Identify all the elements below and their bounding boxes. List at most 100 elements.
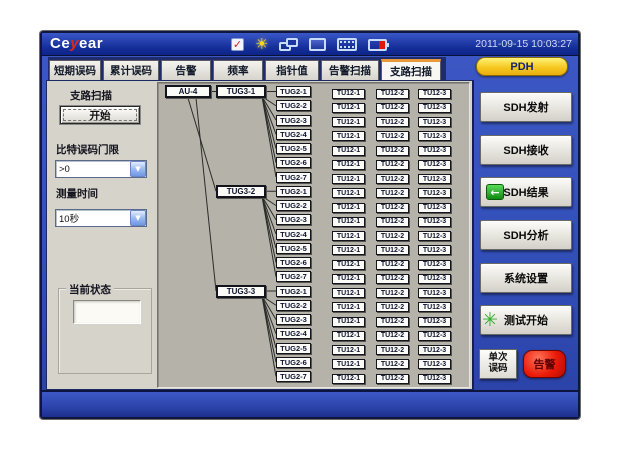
tree-node-tug3-2-tug2-2[interactable]: TUG2-2 [276,200,311,211]
tree-node-tug3-2-tug2-1-tu12-2[interactable]: TU12-2 [376,188,409,198]
tree-node-tug3-3-tug2-5-tu12-1[interactable]: TU12-1 [332,345,365,355]
tree-node-tug3-1-tug2-4-tu12-2[interactable]: TU12-2 [376,131,409,141]
tree-node-tug3-3-tug2-2-tu12-3[interactable]: TU12-3 [418,302,451,312]
sdh-result-button[interactable]: ←SDH结果 [480,177,572,207]
tree-node-tug3-3-tug2-7-tu12-2[interactable]: TU12-2 [376,374,409,384]
tree-node-tug3-3-tug2-6[interactable]: TUG2-6 [276,357,311,368]
tree-node-tug3-3-tug2-3[interactable]: TUG2-3 [276,314,311,325]
tree-node-tug3-3-tug2-6-tu12-2[interactable]: TU12-2 [376,359,409,369]
tree-node-tug3-1-tug2-2-tu12-1[interactable]: TU12-1 [332,103,365,113]
chevron-down-icon[interactable]: ▼ [130,210,146,226]
tree-node-tug3-1-tug2-7[interactable]: TUG2-7 [276,172,311,183]
tree-node-tug3-2-tug2-6-tu12-2[interactable]: TU12-2 [376,260,409,270]
tree-node-tug3-1-tug2-6-tu12-2[interactable]: TU12-2 [376,160,409,170]
tree-node-tug3-2-tug2-5-tu12-1[interactable]: TU12-1 [332,245,365,255]
tree-node-tug3-1-tug2-6-tu12-3[interactable]: TU12-3 [418,160,451,170]
tree-node-tug3-1-tug2-5[interactable]: TUG2-5 [276,143,311,154]
tree-node-tug3-1-tug2-6-tu12-1[interactable]: TU12-1 [332,160,365,170]
tree-node-tug3-3-tug2-3-tu12-1[interactable]: TU12-1 [332,317,365,327]
tree-node-tug3-3-tug2-7[interactable]: TUG2-7 [276,371,311,382]
tree-node-tug3-1-tug2-2-tu12-2[interactable]: TU12-2 [376,103,409,113]
tree-node-tug3-3-tug2-1-tu12-2[interactable]: TU12-2 [376,288,409,298]
tree-node-tug3-2-tug2-5-tu12-2[interactable]: TU12-2 [376,245,409,255]
tree-node-tug3-1-tug2-4[interactable]: TUG2-4 [276,129,311,140]
sdh-receive-button[interactable]: SDH接收 [480,135,572,165]
tree-node-tug3-3-tug2-4[interactable]: TUG2-4 [276,328,311,339]
sdh-transmit-button[interactable]: SDH发射 [480,92,572,122]
tree-node-tug3-2-tug2-1-tu12-1[interactable]: TU12-1 [332,188,365,198]
sdh-analysis-button[interactable]: SDH分析 [480,220,572,250]
tree-node-tug3-3-tug2-7-tu12-3[interactable]: TU12-3 [418,374,451,384]
tree-node-tug3-1-tug2-7-tu12-3[interactable]: TU12-3 [418,174,451,184]
tree-node-tug3-3-tug2-7-tu12-1[interactable]: TU12-1 [332,374,365,384]
tree-node-tug3-2-tug2-5-tu12-3[interactable]: TU12-3 [418,245,451,255]
tree-node-tug3-2-tug2-3[interactable]: TUG2-3 [276,214,311,225]
tree-node-tug3-2-tug2-7-tu12-1[interactable]: TU12-1 [332,274,365,284]
chevron-down-icon[interactable]: ▼ [130,161,146,177]
tree-node-tug3-3-tug2-4-tu12-1[interactable]: TU12-1 [332,331,365,341]
test-start-button[interactable]: ✳测试开始 [480,305,572,335]
tree-node-tug3-3-tug2-2[interactable]: TUG2-2 [276,300,311,311]
tree-node-tug3-3-tug2-1[interactable]: TUG2-1 [276,286,311,297]
tree-node-tug3-1-tug2-7-tu12-1[interactable]: TU12-1 [332,174,365,184]
tree-node-tug3-2-tug2-5[interactable]: TUG2-5 [276,243,311,254]
tree-node-tug3-1-tug2-3-tu12-3[interactable]: TU12-3 [418,117,451,127]
tab-pointer-value[interactable]: 指针值 [265,60,319,80]
tree-node-tug3-1-tug2-4-tu12-3[interactable]: TU12-3 [418,131,451,141]
tree-node-tug3-3-tug2-3-tu12-2[interactable]: TU12-2 [376,317,409,327]
tab-tributary-scan[interactable]: 支路扫描 [381,59,441,80]
tree-node-tug3-2-tug2-4-tu12-2[interactable]: TU12-2 [376,231,409,241]
tree-node-tug3-3-tug2-6-tu12-3[interactable]: TU12-3 [418,359,451,369]
tree-node-tug3-2-tug2-3-tu12-2[interactable]: TU12-2 [376,217,409,227]
tree-node-tug3-2-tug2-2-tu12-1[interactable]: TU12-1 [332,203,365,213]
system-settings-button[interactable]: 系统设置 [480,263,572,293]
tree-node-tug3-1-tug2-5-tu12-2[interactable]: TU12-2 [376,146,409,156]
tree-node-tug3-3-tug2-6-tu12-1[interactable]: TU12-1 [332,359,365,369]
tab-alarm-scan[interactable]: 告警扫描 [321,60,379,80]
tree-node-tug3-2-tug2-1[interactable]: TUG2-1 [276,186,311,197]
tree-node-tug3-1-tug2-4-tu12-1[interactable]: TU12-1 [332,131,365,141]
tab-short-term-errors[interactable]: 短期误码 [49,60,101,80]
tree-node-tug3-2-tug2-7-tu12-2[interactable]: TU12-2 [376,274,409,284]
tree-node-tug3-3-tug2-3-tu12-3[interactable]: TU12-3 [418,317,451,327]
tree-node-tug3-1-tug2-5-tu12-3[interactable]: TU12-3 [418,146,451,156]
pdh-button[interactable]: PDH [476,57,568,76]
single-error-button[interactable]: 单次 误码 [479,349,517,379]
tree-node-tug3-3-tug2-5[interactable]: TUG2-5 [276,343,311,354]
bit-error-threshold-select[interactable]: >0 ▼ [55,160,147,178]
tree-node-tug3-2-tug2-2-tu12-3[interactable]: TU12-3 [418,203,451,213]
tree-node-tug3-2-tug2-7[interactable]: TUG2-7 [276,271,311,282]
tab-alarm[interactable]: 告警 [161,60,211,80]
tree-node-tug3-2-tug2-6-tu12-1[interactable]: TU12-1 [332,260,365,270]
tree-node-tug3-3-tug2-1-tu12-3[interactable]: TU12-3 [418,288,451,298]
tree-node-tug3-1-tug2-5-tu12-1[interactable]: TU12-1 [332,146,365,156]
tree-node-tug3-3[interactable]: TUG3-3 [216,285,266,298]
tree-node-tug3-3-tug2-5-tu12-3[interactable]: TU12-3 [418,345,451,355]
tree-node-tug3-1[interactable]: TUG3-1 [216,85,266,98]
tree-node-tug3-2-tug2-6[interactable]: TUG2-6 [276,257,311,268]
tree-node-tug3-2-tug2-2-tu12-2[interactable]: TU12-2 [376,203,409,213]
tree-node-tug3-2-tug2-4-tu12-1[interactable]: TU12-1 [332,231,365,241]
tree-node-tug3-2-tug2-3-tu12-3[interactable]: TU12-3 [418,217,451,227]
tree-node-tug3-2-tug2-3-tu12-1[interactable]: TU12-1 [332,217,365,227]
tree-node-tug3-1-tug2-2-tu12-3[interactable]: TU12-3 [418,103,451,113]
tree-node-tug3-1-tug2-3-tu12-2[interactable]: TU12-2 [376,117,409,127]
tree-node-tug3-2-tug2-7-tu12-3[interactable]: TU12-3 [418,274,451,284]
tree-node-tug3-1-tug2-2[interactable]: TUG2-2 [276,100,311,111]
tree-node-tug3-3-tug2-2-tu12-2[interactable]: TU12-2 [376,302,409,312]
tree-node-tug3-3-tug2-4-tu12-3[interactable]: TU12-3 [418,331,451,341]
tree-node-tug3-1-tug2-3[interactable]: TUG2-3 [276,115,311,126]
tree-node-au-4[interactable]: AU-4 [165,85,211,98]
tree-node-tug3-2[interactable]: TUG3-2 [216,185,266,198]
tree-node-tug3-1-tug2-1-tu12-1[interactable]: TU12-1 [332,89,365,99]
tree-node-tug3-3-tug2-5-tu12-2[interactable]: TU12-2 [376,345,409,355]
tab-cumulative-errors[interactable]: 累计误码 [103,60,159,80]
tree-node-tug3-2-tug2-1-tu12-3[interactable]: TU12-3 [418,188,451,198]
measure-time-select[interactable]: 10秒 ▼ [55,209,147,227]
alarm-indicator-button[interactable]: 告警 [523,350,566,378]
tab-frequency[interactable]: 频率 [213,60,263,80]
tree-node-tug3-3-tug2-2-tu12-1[interactable]: TU12-1 [332,302,365,312]
tree-node-tug3-1-tug2-1[interactable]: TUG2-1 [276,86,311,97]
tree-node-tug3-1-tug2-6[interactable]: TUG2-6 [276,157,311,168]
tree-node-tug3-1-tug2-1-tu12-2[interactable]: TU12-2 [376,89,409,99]
